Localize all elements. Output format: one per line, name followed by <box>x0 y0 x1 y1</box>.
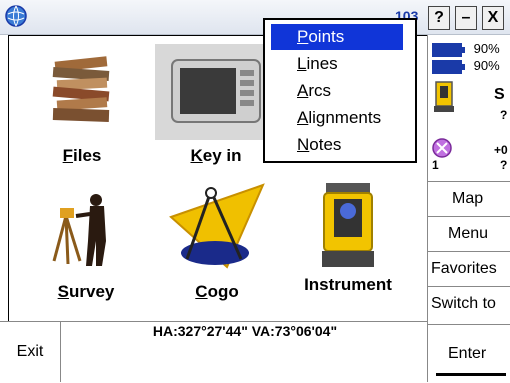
battery-1: 90% <box>432 41 500 57</box>
gps-unknown: ? <box>500 158 508 172</box>
map-button[interactable]: Map <box>428 181 510 215</box>
files-label: Files <box>62 146 102 165</box>
cogo-label: Cogo <box>195 282 239 301</box>
app-globe-icon[interactable] <box>4 4 28 28</box>
instrument-unknown: ? <box>500 108 508 122</box>
minimize-button[interactable]: – <box>455 6 477 30</box>
instrument-letter: S <box>494 86 505 103</box>
key-in-popup-menu: Points Lines Arcs Alignments Notes <box>263 18 417 163</box>
menu-item-notes[interactable]: Notes <box>271 132 403 158</box>
gps-value: +0 <box>494 143 508 157</box>
instrument-label: Instrument <box>304 275 392 294</box>
menu-item-lines[interactable]: Lines <box>271 51 403 77</box>
key-in-label: Key in <box>190 146 242 165</box>
books-icon <box>52 56 110 122</box>
instrument-status-icon[interactable] <box>434 80 454 114</box>
help-button[interactable]: ? <box>428 6 450 30</box>
gps-count: 1 <box>432 158 439 172</box>
angle-readout: HA:327°27'44" VA:73°06'04" <box>152 323 338 339</box>
key-in-item[interactable]: Key in <box>155 44 277 172</box>
survey-label: Survey <box>57 282 115 301</box>
favorites-button[interactable]: Favorites <box>428 251 510 285</box>
battery-icon <box>432 42 465 57</box>
battery-2: 90% <box>432 58 500 74</box>
menu-button[interactable]: Menu <box>428 216 510 250</box>
menu-item-alignments[interactable]: Alignments <box>271 105 403 131</box>
instrument-item[interactable]: Instrument <box>283 181 413 306</box>
menu-item-points[interactable]: Points <box>271 24 403 50</box>
menu-item-arcs[interactable]: Arcs <box>271 78 403 104</box>
enter-underline <box>436 373 506 376</box>
cogo-compass-icon <box>169 183 265 269</box>
survey-item[interactable]: Survey <box>31 186 141 306</box>
total-station-icon <box>322 183 374 267</box>
controller-icon <box>171 59 261 123</box>
cogo-item[interactable]: Cogo <box>159 181 275 306</box>
gps-satellite-icon[interactable] <box>432 138 452 158</box>
enter-button[interactable]: Enter <box>428 324 510 383</box>
files-item[interactable]: Files <box>27 51 137 171</box>
battery-icon <box>432 59 465 74</box>
close-button[interactable]: X <box>482 6 504 30</box>
surveyor-icon <box>52 194 106 266</box>
switch-to-button[interactable]: Switch to <box>428 286 510 320</box>
title-bar: 103 ? – X <box>0 0 510 35</box>
exit-button[interactable]: Exit <box>0 322 61 382</box>
